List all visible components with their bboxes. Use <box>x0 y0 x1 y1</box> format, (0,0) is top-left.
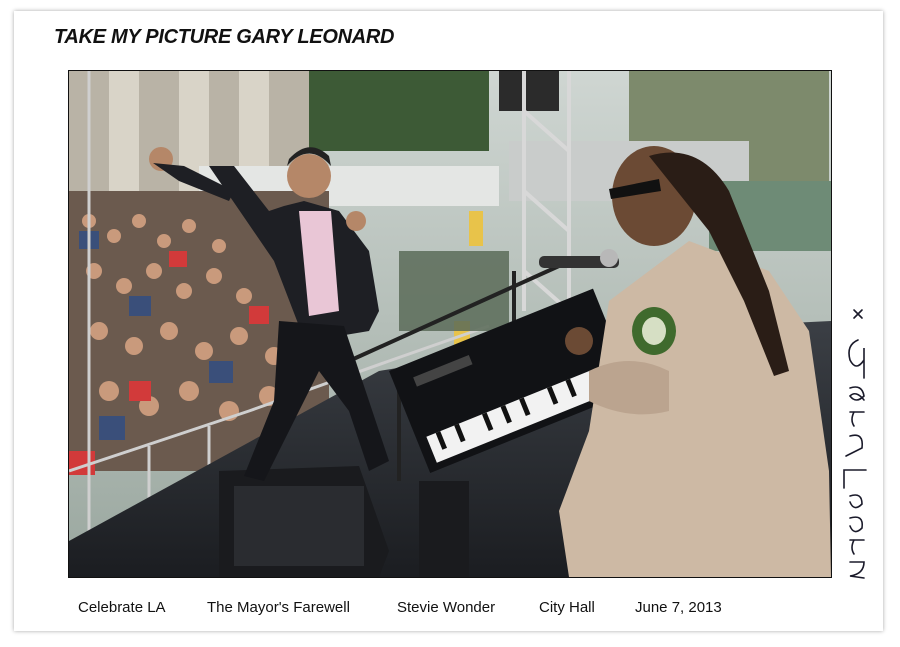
caption-occasion: The Mayor's Farewell <box>207 599 350 616</box>
page-title: TAKE MY PICTURE GARY LEONARD <box>54 26 395 48</box>
photo <box>68 70 832 578</box>
caption-event: Celebrate LA <box>78 599 166 616</box>
photographer-signature <box>836 300 876 590</box>
caption-date: June 7, 2013 <box>635 599 722 616</box>
caption-bar: Celebrate LA The Mayor's Farewell Stevie… <box>0 599 900 619</box>
stage-photo-illustration <box>69 71 831 577</box>
caption-performer: Stevie Wonder <box>397 599 496 616</box>
caption-location: City Hall <box>539 599 595 616</box>
